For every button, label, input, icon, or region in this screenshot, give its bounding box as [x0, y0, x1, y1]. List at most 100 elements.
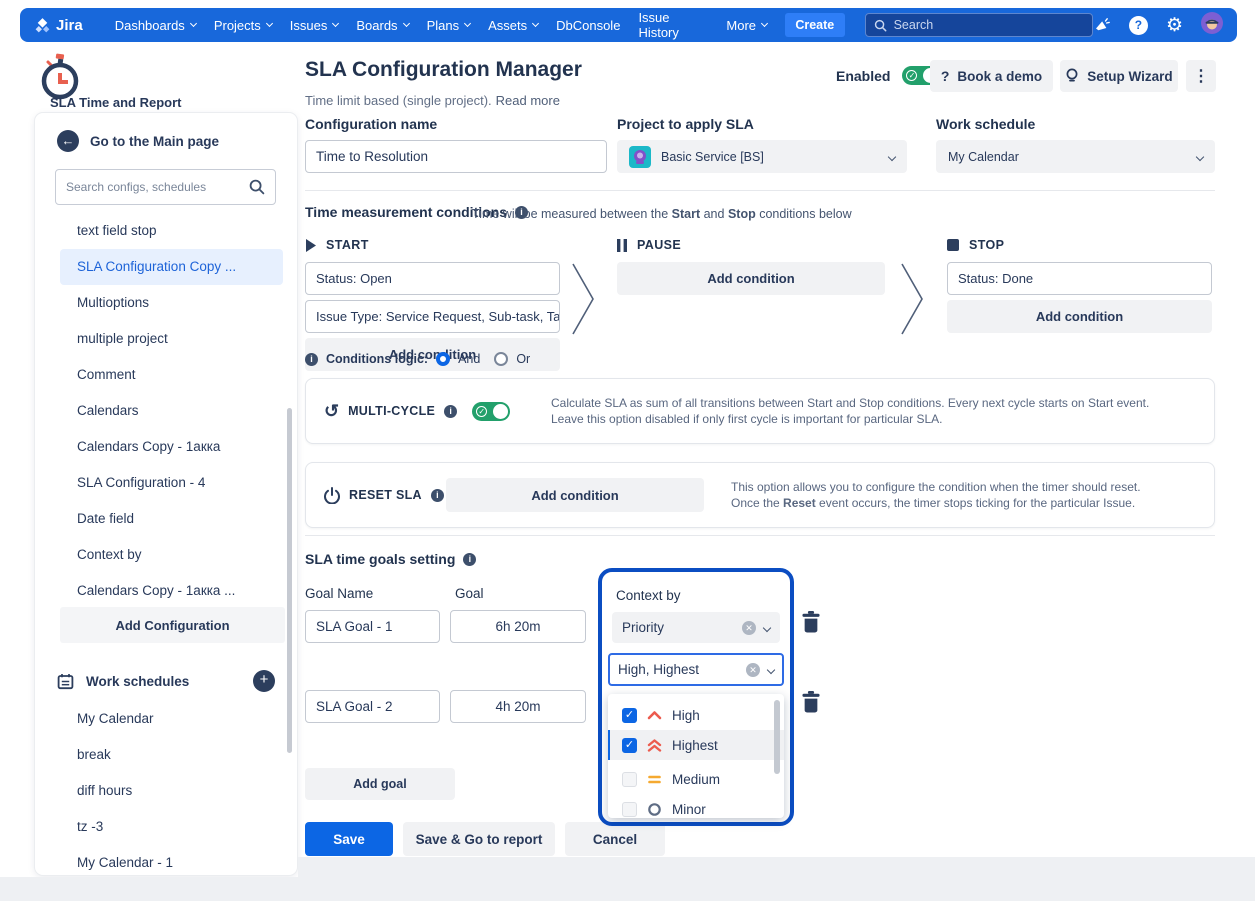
project-label: Project to apply SLA: [617, 116, 754, 132]
option-medium[interactable]: Medium: [608, 764, 784, 794]
add-schedule-button[interactable]: +: [253, 670, 275, 692]
create-button[interactable]: Create: [785, 13, 845, 37]
checkbox-checked[interactable]: ✓: [622, 708, 637, 723]
option-highest[interactable]: ✓ Highest: [608, 730, 784, 760]
checkbox-unchecked[interactable]: [622, 772, 637, 787]
user-avatar[interactable]: [1201, 12, 1223, 39]
priority-highest-icon: [647, 739, 662, 752]
kebab-menu-button[interactable]: ⋮: [1186, 60, 1216, 92]
checkbox-unchecked[interactable]: [622, 802, 637, 817]
sidebar-search-placeholder: Search configs, schedules: [66, 180, 249, 194]
schedule-item[interactable]: diff hours: [35, 773, 297, 809]
divider: [305, 535, 1215, 536]
config-item[interactable]: Multioptions: [35, 285, 297, 321]
sidebar-search-input[interactable]: Search configs, schedules: [55, 169, 276, 205]
config-item[interactable]: Date field: [35, 501, 297, 537]
nav-item-dbconsole[interactable]: DbConsole: [548, 13, 628, 37]
schedule-list: My Calendar break diff hours tz -3 My Ca…: [35, 701, 297, 881]
app-logo: SLA Time and Report: [38, 53, 258, 109]
brand-text: Jira: [56, 17, 83, 34]
nav-item-boards[interactable]: Boards: [348, 13, 416, 37]
option-minor[interactable]: Minor: [608, 794, 784, 818]
schedule-item[interactable]: My Calendar - 1: [35, 845, 297, 881]
goal-name-input-1[interactable]: [305, 610, 440, 643]
clear-icon[interactable]: ✕: [742, 621, 756, 635]
multicycle-toggle[interactable]: ✓: [472, 402, 510, 421]
stop-condition-item[interactable]: Status: Done: [947, 262, 1212, 295]
stop-add-condition-button[interactable]: Add condition: [947, 300, 1212, 333]
schedule-item[interactable]: tz -3: [35, 809, 297, 845]
search-placeholder: Search: [894, 18, 934, 32]
page-bottom-strip: [298, 857, 1255, 901]
nav-item-issues[interactable]: Issues: [282, 13, 347, 37]
info-icon[interactable]: i: [431, 489, 444, 502]
project-select[interactable]: Basic Service [BS]: [617, 140, 907, 173]
page-bottom-strip: [0, 877, 298, 901]
chevron-down-icon: [532, 20, 539, 27]
help-icon[interactable]: ?: [1129, 16, 1148, 35]
nav-item-assets[interactable]: Assets: [480, 13, 546, 37]
config-item[interactable]: Context by: [35, 537, 297, 573]
delete-goal-1-icon[interactable]: [801, 611, 821, 633]
config-item[interactable]: text field stop: [35, 213, 297, 249]
sidebar-scrollbar[interactable]: [287, 408, 292, 753]
go-to-main-page-link[interactable]: ← Go to the Main page: [57, 130, 219, 152]
sidebar: ← Go to the Main page Search configs, sc…: [35, 113, 297, 875]
settings-gear-icon[interactable]: ⚙: [1166, 16, 1183, 35]
megaphone-icon[interactable]: [1093, 16, 1111, 34]
goals-section-title: SLA time goals settingi: [305, 551, 476, 567]
flow-chevron-icon: [897, 260, 927, 338]
config-item[interactable]: SLA Configuration - 4: [35, 465, 297, 501]
schedule-item[interactable]: break: [35, 737, 297, 773]
config-item[interactable]: Calendars Copy - 1акка: [35, 429, 297, 465]
delete-goal-2-icon[interactable]: [801, 691, 821, 713]
checkbox-checked[interactable]: ✓: [622, 738, 637, 753]
info-icon[interactable]: i: [463, 553, 476, 566]
config-name-input[interactable]: [305, 140, 607, 173]
logic-and-radio[interactable]: [436, 352, 450, 366]
reset-sla-card: RESET SLA i Add condition This option al…: [305, 462, 1215, 528]
config-item-selected[interactable]: SLA Configuration Copy ...: [60, 249, 283, 285]
config-item[interactable]: Calendars Copy - 1акка ...: [35, 573, 297, 609]
start-condition-item[interactable]: Issue Type: Service Request, Sub-task, T…: [305, 300, 560, 333]
setup-wizard-button[interactable]: Setup Wizard: [1060, 60, 1178, 92]
nav-item-plans[interactable]: Plans: [419, 13, 479, 37]
config-item[interactable]: Calendars: [35, 393, 297, 429]
goal-value-input-1[interactable]: [450, 610, 586, 643]
goal-value-input-2[interactable]: [450, 690, 586, 723]
work-schedule-select[interactable]: My Calendar: [936, 140, 1215, 173]
enabled-label: Enabled: [836, 68, 890, 84]
goal-name-input-2[interactable]: [305, 690, 440, 723]
pause-add-condition-button[interactable]: Add condition: [617, 262, 885, 295]
option-high[interactable]: ✓ High: [608, 700, 784, 730]
clear-icon[interactable]: ✕: [746, 663, 760, 677]
save-go-report-button[interactable]: Save & Go to report: [403, 822, 555, 856]
start-condition-item[interactable]: Status: Open: [305, 262, 560, 295]
info-icon[interactable]: i: [444, 405, 457, 418]
add-goal-button[interactable]: Add goal: [305, 768, 455, 800]
add-configuration-button[interactable]: Add Configuration: [60, 607, 285, 643]
config-item[interactable]: multiple project: [35, 321, 297, 357]
nav-item-more[interactable]: More: [718, 13, 775, 37]
logic-or-radio[interactable]: [494, 352, 508, 366]
goal-column-label: Goal: [455, 586, 484, 601]
nav-item-projects[interactable]: Projects: [206, 13, 280, 37]
read-more-link[interactable]: Read more: [496, 93, 560, 108]
info-icon[interactable]: i: [305, 353, 318, 366]
save-button[interactable]: Save: [305, 822, 393, 856]
multicycle-card: ↺ MULTI-CYCLE i ✓ Calculate SLA as sum o…: [305, 378, 1215, 444]
navbar-search-input[interactable]: Search: [865, 13, 1093, 37]
context-field-select[interactable]: Priority ✕: [612, 612, 780, 643]
cancel-button[interactable]: Cancel: [565, 822, 665, 856]
schedule-item[interactable]: My Calendar: [35, 701, 297, 737]
dropdown-scrollbar[interactable]: [774, 700, 780, 774]
nav-item-issue-history[interactable]: Issue History: [630, 13, 716, 37]
nav-item-dashboards[interactable]: Dashboards: [107, 13, 204, 37]
context-values-select[interactable]: High, Highest ✕: [608, 653, 784, 686]
jira-logo[interactable]: Jira: [34, 17, 83, 34]
config-item[interactable]: Comment: [35, 357, 297, 393]
book-demo-button[interactable]: ? Book a demo: [930, 60, 1053, 92]
stop-column-header: STOP: [947, 238, 1004, 252]
reset-add-condition-button[interactable]: Add condition: [446, 478, 704, 512]
check-icon: ✓: [906, 70, 917, 81]
